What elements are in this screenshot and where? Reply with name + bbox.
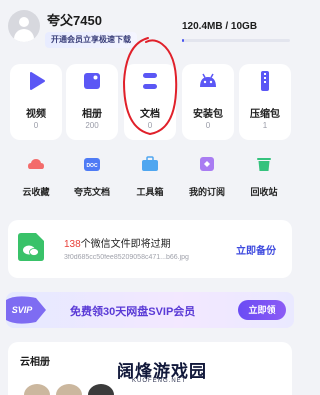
document-icon xyxy=(143,73,157,89)
android-icon xyxy=(200,73,216,87)
avatar[interactable] xyxy=(8,10,40,42)
file-type-count: 0 xyxy=(147,121,153,130)
image-icon xyxy=(84,73,100,89)
storage-usage-text[interactable]: 120.4MB / 10GB xyxy=(182,21,257,32)
tool-label: 回收站 xyxy=(250,187,278,197)
wechat-file-icon xyxy=(18,233,44,261)
album-thumbnail[interactable] xyxy=(88,384,114,395)
tools-row: 云收藏 DOC 夸克文档 工具箱 我的订阅 回收站 xyxy=(8,152,292,210)
file-type-label: 视频 xyxy=(26,109,46,120)
file-type-video[interactable]: 视频 0 xyxy=(10,64,62,140)
file-type-archive[interactable]: 压缩包 1 xyxy=(239,64,291,140)
svip-promo-text: 免费领30天网盘SVIP会员 xyxy=(70,306,196,318)
avatar-body-shape xyxy=(14,29,34,42)
cloud-album-title: 云相册 xyxy=(20,357,50,368)
wechat-expiring-count: 138 xyxy=(64,239,81,250)
wechat-expiring-title: 138个微信文件即将过期 xyxy=(64,235,171,250)
recycle-bin-icon xyxy=(257,158,271,171)
svg-text:DOC: DOC xyxy=(86,163,98,169)
zip-icon xyxy=(261,71,269,91)
album-thumbnail[interactable] xyxy=(56,384,82,395)
tool-label: 云收藏 xyxy=(22,187,50,197)
tool-label: 工具箱 xyxy=(136,187,164,197)
svip-badge-icon: SVIP xyxy=(6,296,46,324)
file-type-count: 0 xyxy=(33,121,39,130)
video-play-icon xyxy=(30,72,45,90)
quark-doc-icon: DOC xyxy=(84,158,100,171)
tool-quark-doc[interactable]: DOC 夸克文档 xyxy=(64,152,120,210)
account-header: 夸父7450 开通会员立享极速下载 120.4MB / 10GB xyxy=(0,0,300,58)
file-type-count: 200 xyxy=(85,121,99,130)
file-type-label: 相册 xyxy=(82,109,102,120)
file-type-label: 安装包 xyxy=(193,109,223,120)
tool-recycle-bin[interactable]: 回收站 xyxy=(236,152,292,210)
tool-cloud-favorite[interactable]: 云收藏 xyxy=(8,152,64,210)
storage-progress-bar xyxy=(182,39,290,42)
backup-now-button[interactable]: 立即备份 xyxy=(236,242,276,257)
watermark-url-text: KUOFENG.NET xyxy=(132,378,187,384)
file-type-count: 0 xyxy=(205,121,211,130)
avatar-head-shape xyxy=(19,17,29,27)
wechat-expiring-text: 个微信文件即将过期 xyxy=(80,239,171,250)
album-thumbnail[interactable] xyxy=(24,384,50,395)
file-type-label: 压缩包 xyxy=(250,109,280,120)
file-type-label: 文档 xyxy=(140,109,160,120)
storage-progress-fill xyxy=(182,39,185,42)
file-type-cards: 视频 0 相册 200 文档 0 安装包 0 压缩包 1 xyxy=(0,64,300,140)
tool-toolbox[interactable]: 工具箱 xyxy=(122,152,178,210)
svip-promo-banner[interactable]: SVIP 免费领30天网盘SVIP会员 立即领 xyxy=(6,292,294,328)
file-type-apk[interactable]: 安装包 0 xyxy=(182,64,234,140)
username[interactable]: 夸父7450 xyxy=(47,10,102,29)
tool-label: 夸克文档 xyxy=(73,187,110,197)
file-type-document[interactable]: 文档 0 xyxy=(124,64,176,140)
wechat-backup-panel[interactable]: 138个微信文件即将过期 3f0d685cc50fee85209058c471.… xyxy=(8,220,292,278)
wechat-file-name: 3f0d685cc50fee85209058c471...b66.jpg xyxy=(64,254,189,261)
claim-now-button[interactable]: 立即领 xyxy=(238,300,286,320)
vip-upgrade-tag[interactable]: 开通会员立享极速下载 xyxy=(45,32,137,48)
tool-label: 我的订阅 xyxy=(188,187,225,197)
subscription-icon xyxy=(200,157,214,171)
tool-subscription[interactable]: 我的订阅 xyxy=(179,152,235,210)
toolbox-icon xyxy=(142,156,158,171)
file-type-count: 1 xyxy=(262,121,268,130)
cloud-favorite-icon xyxy=(28,159,44,169)
file-type-album[interactable]: 相册 200 xyxy=(66,64,118,140)
svip-badge-text: SVIP xyxy=(12,305,34,315)
